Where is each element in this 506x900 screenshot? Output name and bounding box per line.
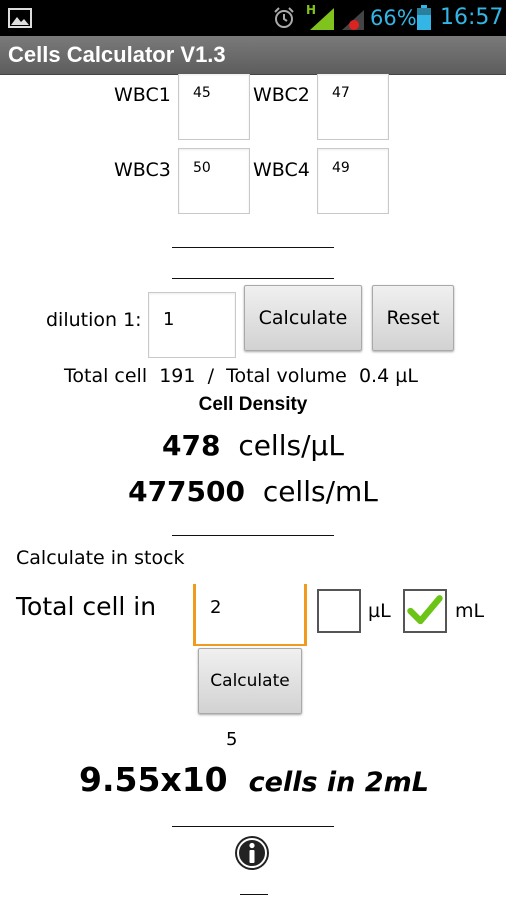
reset-button[interactable]: Reset [372,285,454,351]
signal-no-data-icon [342,10,364,30]
battery-percent: 66% [370,6,417,30]
alarm-icon [274,7,294,28]
total-cell-label: Total cell [64,365,148,387]
info-icon[interactable] [233,834,271,872]
unit-ul-checkbox[interactable] [317,589,361,633]
result-suffix: cells in 2mL [248,767,429,798]
signal-type-label: H [306,3,317,17]
cell-density-heading: Cell Density [198,394,308,415]
separator-1 [172,247,334,248]
density-per-ul-value: 478 [162,429,221,462]
total-cell-value: 191 [159,365,196,387]
density-per-ml-unit: cells/mL [262,475,378,508]
wbc3-label: WBC3 [114,159,171,181]
calculate-stock-button[interactable]: Calculate [198,648,302,714]
separator-3 [172,535,334,536]
image-icon [8,8,32,28]
total-volume-label: Total volume [226,365,347,387]
stock-heading: Calculate in stock [16,547,185,569]
density-per-ul: 478 cells/µL [0,428,506,464]
clock: 16:57 [440,5,504,30]
stock-volume-input[interactable]: 2 [193,584,307,646]
unit-ul-label: µL [368,600,391,622]
density-per-ml: 477500 cells/mL [0,474,506,510]
unit-ml-label: mL [455,600,485,622]
separator-2 [172,278,334,279]
wbc3-input[interactable]: 50 [178,148,250,214]
calculate-density-button[interactable]: Calculate [244,285,362,351]
total-cell-in-label: Total cell in [16,592,157,621]
result-exponent: 5 [226,729,238,750]
wbc4-label: WBC4 [253,159,310,181]
density-per-ml-value: 477500 [128,475,245,508]
app-title: Cells Calculator V1.3 [8,42,226,67]
bottom-mark [240,894,268,895]
wbc1-input[interactable]: 45 [178,74,250,140]
summary-slash: / [207,365,214,387]
result-base: 9.55x10 [79,760,228,799]
dilution-input[interactable]: 1 [148,292,236,358]
stock-result: 9.55x10 cells in 2mL [79,760,429,803]
separator-4 [172,826,334,827]
wbc4-input[interactable]: 49 [317,148,389,214]
wbc2-label: WBC2 [253,84,310,106]
dilution-label: dilution 1: [46,309,142,331]
wbc2-input[interactable]: 47 [317,74,389,140]
total-volume-value: 0.4 µL [358,365,418,387]
density-per-ul-unit: cells/µL [238,429,344,462]
unit-ml-checkbox[interactable] [403,589,447,633]
wbc1-label: WBC1 [114,84,171,106]
total-summary: Total cell 191 / Total volume 0.4 µL [64,364,418,388]
checkmark-icon [407,595,443,625]
battery-icon [417,5,431,30]
